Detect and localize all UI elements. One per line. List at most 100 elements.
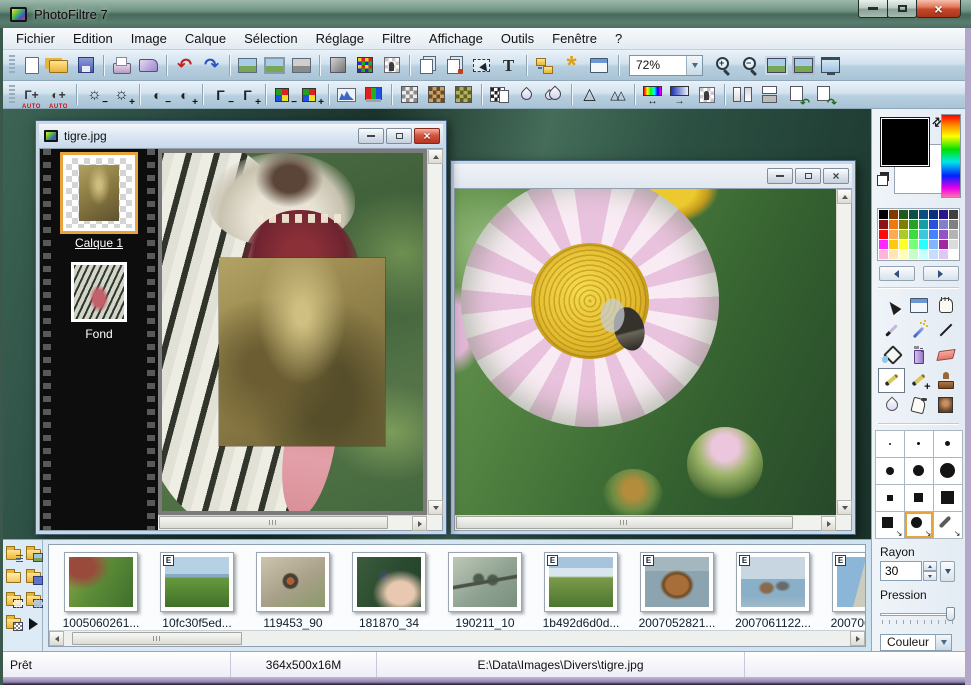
zoom-fit-button[interactable] — [763, 53, 790, 78]
photomask-button[interactable] — [486, 83, 513, 106]
tigre-window-titlebar[interactable]: tigre.jpg — [39, 124, 443, 148]
layer-item-fond[interactable] — [71, 262, 127, 322]
doc-minimize-button[interactable] — [767, 168, 793, 184]
brightness-plus-button[interactable]: ☼+ — [108, 83, 135, 106]
couleur-dropdown-button[interactable] — [935, 635, 951, 650]
folder-selection-button[interactable] — [6, 593, 21, 608]
thumbnail-item[interactable]: E2007062322... — [829, 552, 865, 630]
scroll-right-button[interactable] — [821, 516, 836, 531]
thumbnail-item[interactable]: E2007061122... — [733, 552, 813, 630]
save-file-button[interactable] — [72, 53, 99, 78]
menu-calque[interactable]: Calque — [176, 28, 235, 49]
folder-open-button[interactable] — [6, 570, 21, 585]
tool-color-picker[interactable] — [878, 318, 905, 343]
open-file-button[interactable] — [45, 53, 72, 78]
sharpen-button[interactable]: △ — [576, 83, 603, 106]
brush-square-small[interactable] — [876, 485, 904, 511]
tool-selection-arrow[interactable] — [878, 293, 905, 318]
palette-color[interactable] — [919, 250, 928, 259]
palette-color[interactable] — [909, 240, 918, 249]
palette-color[interactable] — [899, 240, 908, 249]
folder-save-button[interactable] — [23, 570, 44, 585]
tool-smudge[interactable] — [905, 393, 932, 418]
menu-edition[interactable]: Edition — [64, 28, 122, 49]
play-arrow-button[interactable] — [23, 616, 44, 631]
rotate-right-button[interactable]: ↷ — [810, 83, 837, 106]
pression-slider[interactable] — [880, 606, 955, 618]
flower-image-canvas[interactable] — [455, 189, 836, 515]
tool-airbrush[interactable] — [905, 343, 932, 368]
scroll-down-button[interactable] — [428, 500, 443, 515]
thumbnail-item[interactable]: E2007052821... — [637, 552, 717, 630]
undo-button[interactable]: ↶ — [171, 53, 198, 78]
menu-selection[interactable]: Sélection — [235, 28, 306, 49]
foreground-color-swatch[interactable] — [880, 117, 930, 167]
palette-color[interactable] — [949, 250, 958, 259]
palette-color[interactable] — [949, 240, 958, 249]
automate-button[interactable]: * — [558, 53, 585, 78]
scroll-left-button[interactable] — [49, 631, 64, 646]
flip-button[interactable] — [756, 83, 783, 106]
canvas-size-button[interactable] — [261, 53, 288, 78]
toolbar-grip[interactable] — [9, 85, 15, 105]
module-manager-button[interactable] — [585, 53, 612, 78]
menu-outils[interactable]: Outils — [492, 28, 543, 49]
doc-close-button[interactable] — [414, 128, 440, 144]
palette-color[interactable] — [929, 240, 938, 249]
palette-color[interactable] — [899, 230, 908, 239]
menu-fenetre[interactable]: Fenêtre — [543, 28, 606, 49]
scroll-right-button[interactable] — [850, 631, 865, 646]
toolbar-grip[interactable] — [9, 55, 15, 75]
palette-color[interactable] — [879, 240, 888, 249]
tool-magic-wand[interactable] — [905, 318, 932, 343]
transparency-button[interactable] — [378, 53, 405, 78]
scan-button[interactable] — [135, 53, 162, 78]
menu-aide[interactable]: ? — [606, 28, 631, 49]
brush-point-small[interactable] — [876, 431, 904, 457]
pattern-coarse-button[interactable] — [423, 83, 450, 106]
doc-restore-button[interactable] — [386, 128, 412, 144]
close-button[interactable] — [916, 0, 961, 18]
pattern-wood-button[interactable] — [450, 83, 477, 106]
menu-image[interactable]: Image — [122, 28, 176, 49]
menu-fichier[interactable]: Fichier — [7, 28, 64, 49]
brush-custom-round[interactable] — [905, 512, 933, 538]
title-bar[interactable]: PhotoFiltre 7 — [0, 0, 971, 28]
saturation-minus-button[interactable]: − — [270, 83, 297, 106]
scrollbar-track[interactable] — [455, 516, 821, 530]
scrollbar-track[interactable] — [64, 631, 850, 646]
menu-reglage[interactable]: Réglage — [307, 28, 373, 49]
scroll-right-button[interactable] — [412, 516, 427, 531]
default-colors-icon[interactable] — [880, 172, 889, 181]
folder-image-button[interactable] — [23, 547, 44, 562]
palette-color[interactable] — [899, 220, 908, 229]
crop-button[interactable] — [288, 53, 315, 78]
palette-color[interactable] — [899, 210, 908, 219]
resize-grip[interactable] — [836, 515, 851, 530]
thumbnail-item[interactable]: 190211_10 — [445, 552, 525, 630]
doc-minimize-button[interactable] — [358, 128, 384, 144]
image-size-button[interactable] — [234, 53, 261, 78]
palette-color[interactable] — [939, 240, 948, 249]
palette-color[interactable] — [889, 210, 898, 219]
palette-color[interactable] — [879, 250, 888, 259]
tool-retouch[interactable] — [932, 393, 959, 418]
mirror-button[interactable] — [729, 83, 756, 106]
palette-prev-button[interactable] — [879, 266, 915, 281]
zoom-out-button[interactable]: − — [736, 53, 763, 78]
scrollbar-thumb[interactable] — [72, 632, 242, 645]
tool-line[interactable] — [932, 318, 959, 343]
maximize-button[interactable] — [887, 0, 917, 18]
histogram-button[interactable] — [333, 83, 360, 106]
thumbnail-item[interactable]: 181870_34 — [349, 552, 429, 630]
vertical-scrollbar[interactable] — [836, 189, 851, 515]
vertical-scrollbar[interactable] — [427, 149, 442, 515]
levels-button[interactable] — [360, 83, 387, 106]
brush-point-medium[interactable] — [905, 431, 933, 457]
transparent-color-button[interactable] — [693, 83, 720, 106]
thumbnail-item[interactable]: E1b492d6d0d... — [541, 552, 621, 630]
brush-square-large[interactable] — [934, 485, 962, 511]
brush-square-medium[interactable] — [905, 485, 933, 511]
explorer-scrollbar[interactable] — [49, 630, 865, 646]
doc-close-button[interactable] — [823, 168, 849, 184]
